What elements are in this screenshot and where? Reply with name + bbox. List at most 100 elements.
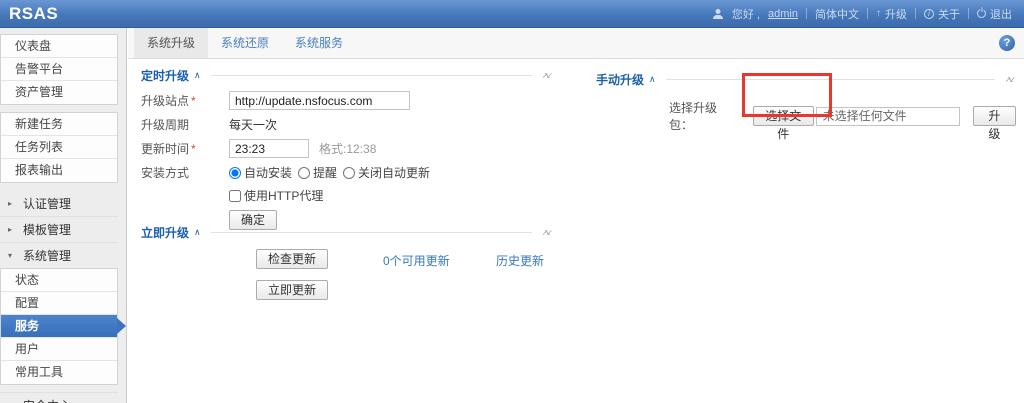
upload-arrow-icon: ↑ — [876, 8, 881, 19]
rsas-logo: RSAS — [0, 4, 58, 24]
update-time-label: 更新时间* — [141, 140, 229, 157]
sidebar-section-system[interactable]: ▾ 系统管理 — [0, 242, 118, 268]
sidebar-item-new-task[interactable]: 新建任务 — [1, 113, 117, 136]
help-icon[interactable]: ? — [999, 35, 1015, 51]
collapse-caret-icon[interactable]: ∧ — [194, 227, 201, 238]
sidebar-section-template-label: 模板管理 — [23, 221, 71, 238]
sidebar-item-service[interactable]: 服务 — [1, 315, 117, 338]
panel-collapse-icon[interactable]: ↗↙ — [542, 228, 553, 237]
upgrade-package-label: 选择升级包： — [669, 99, 739, 133]
logout-link[interactable]: 退出 — [977, 6, 1012, 22]
selected-arrow-icon — [117, 318, 126, 334]
sidebar-section-security-label: 安全中心 — [23, 397, 71, 403]
required-asterisk: * — [191, 94, 196, 108]
sidebar-item-dashboard[interactable]: 仪表盘 — [1, 35, 117, 58]
menu-divider — [806, 8, 807, 19]
radio-disable-auto-update[interactable]: 关闭自动更新 — [343, 164, 430, 181]
manual-section-title: 手动升级 — [596, 71, 644, 88]
upgrade-site-row: 升级站点* — [141, 91, 553, 110]
logout-label: 退出 — [990, 6, 1012, 22]
user-icon — [713, 9, 724, 19]
available-updates-link[interactable]: 0个可用更新 — [383, 252, 450, 269]
scheduled-upgrade-form: 升级站点* 升级周期 每天一次 更新时间* 格式:12:38 安装方式 — [141, 91, 553, 230]
collapse-caret-icon[interactable]: ∧ — [194, 70, 201, 81]
collapse-caret-icon[interactable]: ∧ — [649, 74, 656, 85]
sidebar-item-config[interactable]: 配置 — [1, 292, 117, 315]
panel-collapse-icon[interactable]: ↗↙ — [1005, 75, 1016, 84]
username-link[interactable]: admin — [768, 8, 798, 20]
tabbar: 系统升级 系统还原 系统服务 ? — [128, 28, 1024, 59]
sidebar-section-auth-label: 认证管理 — [23, 195, 71, 212]
disable-auto-update-label: 关闭自动更新 — [358, 164, 430, 181]
greeting-text: 您好 , — [732, 6, 760, 22]
chevron-right-icon: ▸ — [8, 199, 16, 208]
manual-upgrade-section: 手动升级 ∧ ↗↙ 选择升级包： 选择文件 未选择任何文件 升级 — [596, 72, 1016, 133]
update-time-input[interactable] — [229, 139, 309, 158]
auto-install-label: 自动安装 — [244, 164, 292, 181]
rsas-app: RSAS 您好 , admin 简体中文 ↑ 升级 i 关于 退出 — [0, 0, 1024, 403]
section-divider — [211, 75, 532, 76]
upgrade-site-input[interactable] — [229, 91, 410, 110]
disable-auto-update-radio[interactable] — [343, 167, 355, 179]
radio-auto-install[interactable]: 自动安装 — [229, 164, 292, 181]
update-now-button[interactable]: 立即更新 — [256, 280, 328, 300]
sidebar-item-report-output[interactable]: 报表输出 — [1, 159, 117, 182]
upgrade-cycle-label: 升级周期 — [141, 116, 229, 133]
sidebar-item-task-list[interactable]: 任务列表 — [1, 136, 117, 159]
http-proxy-option[interactable]: 使用HTTP代理 — [229, 187, 323, 204]
about-link[interactable]: i 关于 — [924, 6, 960, 22]
topbar-upgrade-link[interactable]: ↑ 升级 — [876, 6, 907, 22]
http-proxy-row: 使用HTTP代理 — [141, 187, 553, 204]
sidebar-item-alert-platform[interactable]: 告警平台 — [1, 58, 117, 81]
upgrade-site-label: 升级站点* — [141, 92, 229, 109]
topbar: RSAS 您好 , admin 简体中文 ↑ 升级 i 关于 退出 — [0, 0, 1024, 28]
http-proxy-label: 使用HTTP代理 — [244, 187, 323, 204]
panel-collapse-icon[interactable]: ↗↙ — [542, 71, 553, 80]
sidebar-item-user[interactable]: 用户 — [1, 338, 117, 361]
immediate-section-header: 立即升级 ∧ ↗↙ — [141, 225, 553, 239]
immediate-upgrade-section: 立即升级 ∧ ↗↙ 检查更新 0个可用更新 历史更新 立即更新 — [141, 225, 553, 309]
http-proxy-checkbox[interactable] — [229, 190, 241, 202]
sidebar-item-status[interactable]: 状态 — [1, 269, 117, 292]
sidebar-section-auth[interactable]: ▸ 认证管理 — [0, 190, 118, 216]
check-updates-button[interactable]: 检查更新 — [256, 249, 328, 269]
radio-remind[interactable]: 提醒 — [298, 164, 337, 181]
upgrade-cycle-row: 升级周期 每天一次 — [141, 116, 553, 133]
about-label: 关于 — [938, 6, 960, 22]
scheduled-section-header: 定时升级 ∧ ↗↙ — [141, 68, 553, 82]
update-history-link[interactable]: 历史更新 — [496, 252, 544, 269]
selected-file-display[interactable]: 未选择任何文件 — [816, 107, 960, 126]
sidebar-section-template[interactable]: ▸ 模板管理 — [0, 216, 118, 242]
sidebar-item-asset-management[interactable]: 资产管理 — [1, 81, 117, 104]
install-mode-row: 安装方式 自动安装 提醒 关闭自动更新 — [141, 164, 553, 181]
chevron-down-icon: ▾ — [8, 251, 16, 260]
choose-file-button[interactable]: 选择文件 — [753, 106, 814, 126]
tab-system-service[interactable]: 系统服务 — [282, 28, 356, 58]
remind-radio[interactable] — [298, 167, 310, 179]
install-mode-label: 安装方式 — [141, 164, 229, 181]
update-time-row: 更新时间* 格式:12:38 — [141, 139, 553, 158]
topbar-upgrade-label: 升级 — [885, 6, 907, 22]
required-asterisk: * — [191, 142, 196, 156]
sidebar-item-service-label: 服务 — [15, 319, 39, 333]
sidebar-item-common-tools[interactable]: 常用工具 — [1, 361, 117, 384]
menu-divider — [915, 8, 916, 19]
manual-upgrade-row: 选择升级包： 选择文件 未选择任何文件 升级 — [596, 99, 1016, 133]
tab-system-upgrade[interactable]: 系统升级 — [134, 28, 208, 58]
sidebar-section-security[interactable]: ▸ 安全中心 — [0, 392, 118, 403]
sidebar-group-main: 仪表盘 告警平台 资产管理 — [0, 34, 118, 105]
sidebar-group-system: 状态 配置 服务 用户 常用工具 — [0, 268, 118, 385]
auto-install-radio[interactable] — [229, 167, 241, 179]
time-format-hint: 格式:12:38 — [319, 140, 376, 157]
upgrade-button[interactable]: 升级 — [973, 106, 1016, 126]
content: 系统升级 系统还原 系统服务 ? 定时升级 ∧ ↗↙ 升级站点* — [128, 28, 1024, 403]
sidebar: 仪表盘 告警平台 资产管理 新建任务 任务列表 报表输出 ▸ 认证管理 ▸ 模板… — [0, 28, 127, 403]
tab-system-restore[interactable]: 系统还原 — [208, 28, 282, 58]
power-icon — [977, 9, 986, 18]
immediate-upgrade-body: 检查更新 0个可用更新 历史更新 立即更新 — [141, 249, 553, 309]
scheduled-section-title: 定时升级 — [141, 67, 189, 84]
sidebar-section-system-label: 系统管理 — [23, 247, 71, 264]
section-divider — [211, 232, 532, 233]
language-link[interactable]: 简体中文 — [815, 6, 859, 22]
immediate-section-title: 立即升级 — [141, 224, 189, 241]
